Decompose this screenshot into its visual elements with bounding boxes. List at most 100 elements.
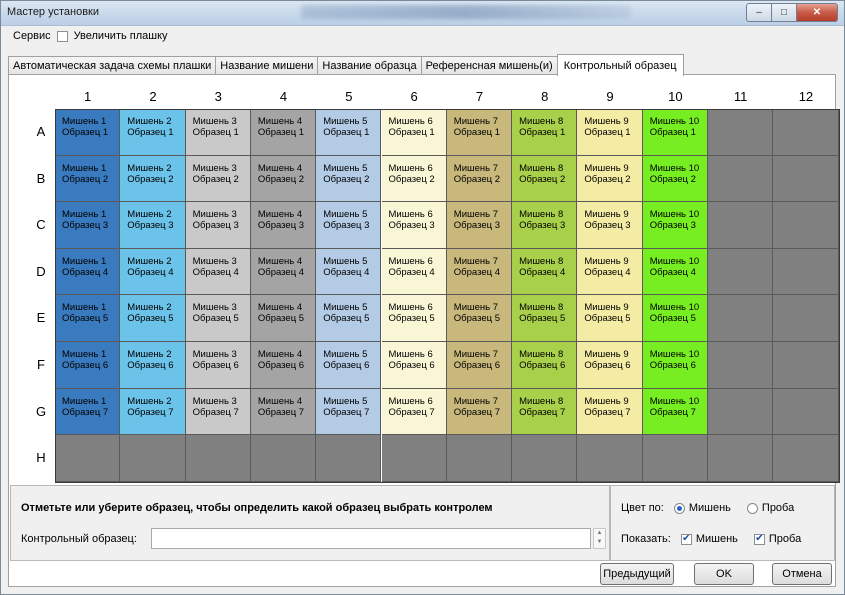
plate-well[interactable]: Мишень 4 Образец 2 (250, 155, 317, 203)
color-by-target-label[interactable]: Мишень (689, 502, 731, 514)
plate-well[interactable]: Мишень 5 Образец 2 (316, 155, 382, 203)
column-header[interactable]: 8 (512, 85, 577, 109)
row-header[interactable]: G (27, 389, 55, 436)
plate-well[interactable]: Мишень 6 Образец 6 (381, 342, 447, 389)
plate-well[interactable]: Мишень 5 Образец 7 (316, 388, 382, 436)
close-icon[interactable]: ✕ (797, 3, 838, 22)
plate-well[interactable] (708, 109, 774, 156)
plate-well[interactable]: Мишень 9 Образец 1 (577, 109, 643, 156)
plate-well[interactable]: Мишень 8 Образец 2 (512, 155, 578, 203)
plate-well[interactable]: Мишень 1 Образец 1 (55, 109, 121, 156)
show-sample-label[interactable]: Проба (769, 533, 801, 545)
plate-well[interactable]: Мишень 6 Образец 5 (381, 295, 447, 342)
plate-well[interactable] (185, 435, 251, 482)
column-header[interactable]: 11 (708, 85, 773, 109)
plate-well[interactable]: Мишень 10 Образец 6 (642, 342, 708, 389)
plate-well[interactable]: Мишень 6 Образец 3 (381, 202, 447, 249)
column-header[interactable]: 10 (643, 85, 708, 109)
plate-well[interactable]: Мишень 7 Образец 6 (446, 342, 513, 389)
plate-well[interactable]: Мишень 8 Образец 1 (512, 109, 578, 156)
plate-well[interactable]: Мишень 9 Образец 6 (577, 342, 643, 389)
enlarge-plate-checkbox[interactable] (56, 30, 68, 42)
row-header[interactable]: F (27, 342, 55, 389)
plate-well[interactable] (773, 109, 839, 156)
plate-well[interactable]: Мишень 3 Образец 4 (185, 248, 251, 296)
plate-well[interactable]: Мишень 8 Образец 6 (512, 342, 578, 389)
column-header[interactable]: 7 (447, 85, 512, 109)
column-header[interactable]: 12 (773, 85, 838, 109)
ok-button[interactable]: OK (694, 563, 754, 585)
plate-well[interactable]: Мишень 6 Образец 1 (381, 109, 447, 156)
plate-well[interactable] (381, 435, 447, 482)
plate-well[interactable]: Мишень 1 Образец 4 (55, 248, 121, 296)
plate-well[interactable]: Мишень 8 Образец 3 (512, 202, 578, 249)
plate-well[interactable]: Мишень 10 Образец 5 (642, 295, 708, 342)
row-header[interactable]: H (27, 435, 55, 482)
plate-well[interactable] (55, 435, 121, 482)
plate-well[interactable]: Мишень 1 Образец 5 (55, 295, 121, 342)
plate-well[interactable]: Мишень 2 Образец 5 (120, 295, 186, 342)
plate-well[interactable]: Мишень 9 Образец 5 (577, 295, 643, 342)
menu-service[interactable]: Сервис (13, 30, 51, 42)
plate-well[interactable] (446, 435, 513, 482)
plate-well[interactable] (577, 435, 643, 482)
previous-button[interactable]: Предыдущий (600, 563, 674, 585)
plate-well[interactable]: Мишень 5 Образец 4 (316, 248, 382, 296)
plate-well[interactable] (773, 202, 839, 249)
plate-well[interactable]: Мишень 10 Образец 2 (642, 155, 708, 203)
plate-well[interactable]: Мишень 5 Образец 3 (316, 202, 382, 249)
column-header[interactable]: 2 (120, 85, 185, 109)
plate-well[interactable]: Мишень 5 Образец 6 (316, 342, 382, 389)
plate-well[interactable]: Мишень 2 Образец 7 (120, 388, 186, 436)
row-header[interactable]: C (27, 202, 55, 249)
tab-reference-target[interactable]: Референсная мишень(и) (420, 56, 558, 75)
tab-target-name[interactable]: Название мишени (215, 56, 319, 75)
plate-well[interactable]: Мишень 7 Образец 2 (446, 155, 513, 203)
plate-well[interactable]: Мишень 5 Образец 5 (316, 295, 382, 342)
color-by-target-radio[interactable] (673, 502, 685, 514)
plate-well[interactable]: Мишень 6 Образец 4 (381, 248, 447, 296)
show-sample-checkbox[interactable]: ✔ (753, 533, 765, 545)
plate-well[interactable]: Мишень 1 Образец 6 (55, 342, 121, 389)
plate-well[interactable] (708, 342, 774, 389)
plate-well[interactable]: Мишень 3 Образец 3 (185, 202, 251, 249)
plate-well[interactable]: Мишень 7 Образец 5 (446, 295, 513, 342)
plate-well[interactable]: Мишень 4 Образец 7 (250, 388, 317, 436)
column-header[interactable]: 5 (316, 85, 381, 109)
tab-sample-name[interactable]: Название образца (317, 56, 422, 75)
plate-well[interactable]: Мишень 4 Образец 4 (250, 248, 317, 296)
column-header[interactable]: 9 (577, 85, 642, 109)
plate-well[interactable]: Мишень 3 Образец 6 (185, 342, 251, 389)
plate-well[interactable]: Мишень 1 Образец 2 (55, 155, 121, 203)
plate-well[interactable]: Мишень 3 Образец 1 (185, 109, 251, 156)
control-sample-field[interactable] (151, 528, 591, 549)
plate-well[interactable] (642, 435, 708, 482)
plate-well[interactable]: Мишень 7 Образец 4 (446, 248, 513, 296)
plate-well[interactable] (708, 155, 774, 203)
plate-well[interactable] (708, 248, 774, 296)
plate-well[interactable]: Мишень 10 Образец 4 (642, 248, 708, 296)
minimize-icon[interactable]: – (746, 3, 772, 22)
show-target-label[interactable]: Мишень (696, 533, 738, 545)
plate-well[interactable] (708, 295, 774, 342)
plate-well[interactable]: Мишень 9 Образец 3 (577, 202, 643, 249)
color-by-sample-label[interactable]: Проба (762, 502, 794, 514)
plate-well[interactable]: Мишень 4 Образец 6 (250, 342, 317, 389)
plate-well[interactable]: Мишень 1 Образец 7 (55, 388, 121, 436)
plate-well[interactable]: Мишень 10 Образец 7 (642, 388, 708, 436)
tab-auto-plate-layout[interactable]: Автоматическая задача схемы плашки (8, 56, 217, 75)
plate-well[interactable]: Мишень 4 Образец 1 (250, 109, 317, 156)
column-header[interactable]: 1 (55, 85, 120, 109)
cancel-button[interactable]: Отмена (772, 563, 832, 585)
show-target-checkbox[interactable]: ✔ (680, 533, 692, 545)
plate-well[interactable]: Мишень 8 Образец 5 (512, 295, 578, 342)
plate-well[interactable]: Мишень 3 Образец 5 (185, 295, 251, 342)
plate-well[interactable]: Мишень 2 Образец 3 (120, 202, 186, 249)
control-sample-spinner[interactable]: ▲ ▼ (593, 528, 606, 549)
plate-well[interactable]: Мишень 6 Образец 2 (381, 155, 447, 203)
column-header[interactable]: 4 (251, 85, 316, 109)
plate-well[interactable] (773, 388, 839, 436)
column-header[interactable]: 6 (382, 85, 447, 109)
tab-control-sample[interactable]: Контрольный образец (556, 54, 684, 76)
plate-well[interactable] (773, 295, 839, 342)
